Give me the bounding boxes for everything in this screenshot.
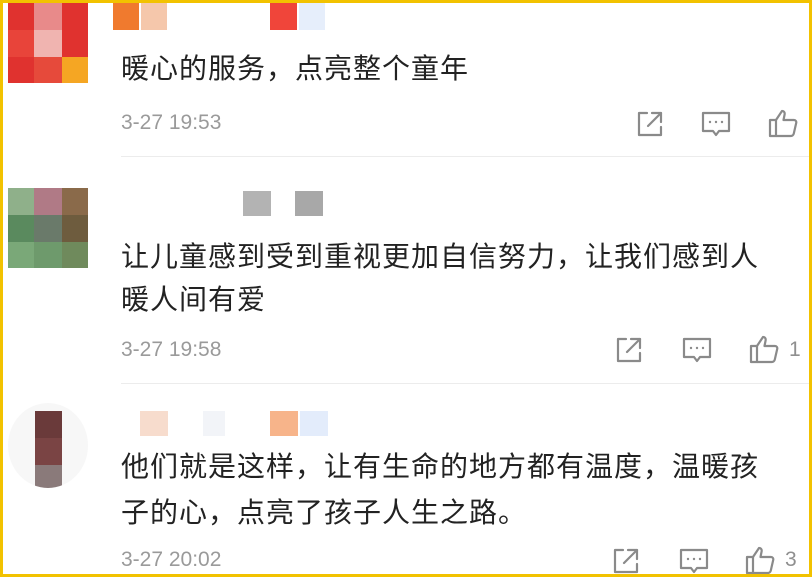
divider (121, 156, 809, 157)
comment-time: 3-27 19:58 (121, 338, 222, 361)
share-icon[interactable] (610, 545, 642, 574)
comment-list: 暖心的服务，点亮整个童年 3-27 19:53 让儿童感到受到重视更加自信努力，… (0, 0, 812, 577)
like-icon[interactable] (767, 107, 799, 139)
reply-icon[interactable] (681, 334, 713, 366)
comment-text-line: 子的心，点亮了孩子人生之路。 (121, 496, 528, 529)
comment-time: 3-27 20:02 (121, 548, 222, 571)
avatar[interactable] (8, 188, 88, 268)
comment-text-line: 让儿童感到受到重视更加自信努力，让我们感到人 (121, 240, 760, 273)
reply-icon[interactable] (700, 108, 732, 140)
share-icon[interactable] (613, 334, 645, 366)
comment-item-1: 暖心的服务，点亮整个童年 3-27 19:53 (3, 3, 809, 163)
like-icon[interactable] (744, 544, 776, 574)
like-count: 1 (789, 338, 801, 361)
username-redacted (243, 188, 333, 218)
username-redacted (113, 3, 333, 30)
comment-text-line: 暖人间有爱 (121, 283, 267, 316)
share-icon[interactable] (634, 108, 666, 140)
comment-text: 暖心的服务，点亮整个童年 (121, 52, 470, 85)
comment-time: 3-27 19:53 (121, 111, 222, 134)
comment-text-line: 他们就是这样，让有生命的地方都有温度，温暖孩 (121, 450, 760, 483)
reply-icon[interactable] (678, 545, 710, 574)
comment-item-2: 让儿童感到受到重视更加自信努力，让我们感到人 暖人间有爱 3-27 19:58 … (3, 163, 809, 383)
like-icon[interactable] (748, 333, 780, 365)
like-count: 3 (785, 548, 797, 571)
avatar[interactable] (8, 403, 88, 488)
avatar[interactable] (8, 3, 88, 83)
comment-item-3: 他们就是这样，让有生命的地方都有温度，温暖孩 子的心，点亮了孩子人生之路。 3-… (3, 393, 809, 574)
username-redacted (133, 408, 333, 438)
divider (121, 383, 809, 384)
